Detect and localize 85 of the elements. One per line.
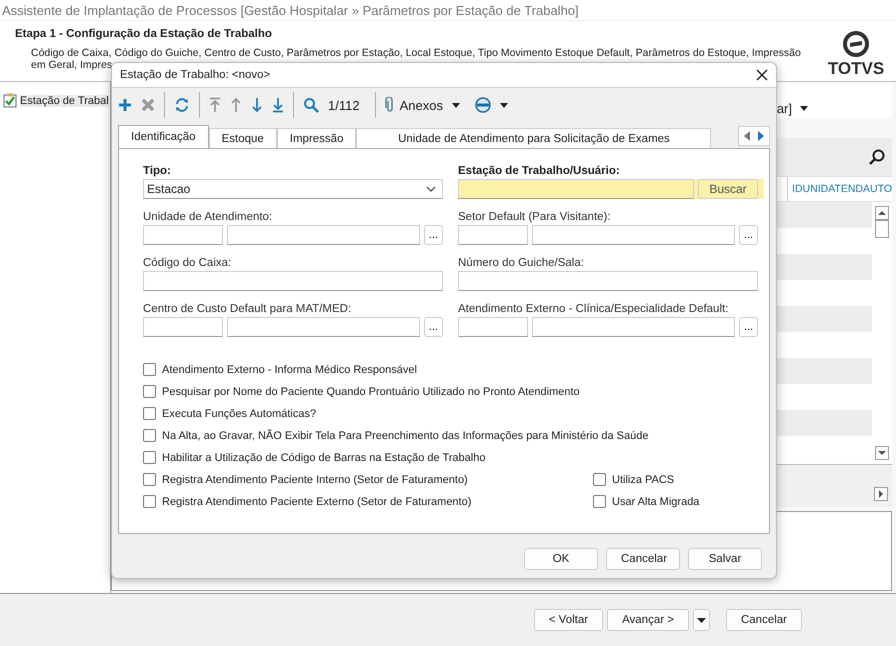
dialog-button[interactable]: Salvar xyxy=(688,548,762,570)
step-description: em Geral, Impres xyxy=(31,59,112,71)
code-field[interactable] xyxy=(143,317,223,337)
checkbox[interactable] xyxy=(143,451,156,464)
description-field[interactable] xyxy=(532,225,735,245)
checkbox[interactable] xyxy=(593,473,606,486)
checkbox[interactable] xyxy=(143,473,156,486)
type-dropdown[interactable]: Estacao xyxy=(143,179,443,199)
field-label: Centro de Custo Default para MAT/MED: xyxy=(143,303,352,315)
checkbox-label: Registra Atendimento Paciente Interno (Setor de Faturamento) xyxy=(162,474,468,486)
browse-button[interactable]: ... xyxy=(424,225,443,245)
tab[interactable]: Estoque xyxy=(208,128,277,148)
next-button[interactable]: Avançar > xyxy=(607,609,689,631)
last-record-icon[interactable] xyxy=(272,97,284,113)
window-title: Assistente de Implantação de Processos [Gestão Hospitalar » Parâmetros por Estação de Trabalho] xyxy=(2,2,579,18)
input-field[interactable] xyxy=(458,179,694,199)
field-label: Setor Default (Para Visitante): xyxy=(458,211,612,223)
chevron-icon xyxy=(426,186,436,192)
checkbox[interactable] xyxy=(143,495,156,508)
tab-right-icon[interactable] xyxy=(757,131,765,141)
checkbox[interactable] xyxy=(143,385,156,398)
paperclip-icon[interactable] xyxy=(384,97,395,113)
code-field[interactable] xyxy=(458,317,528,337)
input-field[interactable] xyxy=(143,271,443,291)
refresh-icon[interactable] xyxy=(174,97,190,113)
column-header[interactable]: IDUNIDATENDAUTO xyxy=(787,177,896,201)
scroll-up-icon[interactable] xyxy=(875,206,889,220)
checkbox-label: Habilitar a Utilização de Código de Barras na Estação de Trabalho xyxy=(162,452,486,464)
logo-text: TOTVS xyxy=(828,59,884,79)
filter-dropdown[interactable]: ar] xyxy=(776,100,792,116)
card-reader-icon[interactable] xyxy=(474,97,491,113)
dropdown-button[interactable] xyxy=(692,609,710,631)
checkbox[interactable] xyxy=(593,495,606,508)
caret-icon xyxy=(696,618,706,622)
attachments-menu[interactable]: Anexos xyxy=(400,98,443,112)
scroll-down-icon[interactable] xyxy=(875,446,889,460)
description-field[interactable] xyxy=(227,317,420,337)
dialog-button[interactable]: OK xyxy=(524,548,598,570)
field-label: Tipo: xyxy=(143,165,172,177)
browse-button[interactable]: ... xyxy=(424,317,443,337)
caret-icon[interactable] xyxy=(500,102,508,108)
step-title: Etapa 1 - Configuração da Estação de Trabalho xyxy=(15,28,272,40)
down-arrow-icon[interactable] xyxy=(251,97,263,113)
browse-button[interactable]: ... xyxy=(739,225,758,245)
field-label: Estação de Trabalho/Usuário: xyxy=(458,165,621,177)
checkbox-label: Na Alta, ao Gravar, NÃO Exibir Tela Para Preenchimento das Informações para Ministério da Saúde xyxy=(162,430,648,442)
tab-left-icon[interactable] xyxy=(743,131,751,141)
tab[interactable]: Identificação xyxy=(118,125,209,148)
logo-icon xyxy=(843,31,869,57)
record-counter: 1/112 xyxy=(328,98,360,112)
caret-icon[interactable] xyxy=(452,102,460,108)
checkbox[interactable] xyxy=(143,407,156,420)
checkbox-label: Utiliza PACS xyxy=(612,474,674,486)
cancel-button[interactable]: Cancelar xyxy=(726,609,802,631)
checkbox-label: Executa Funções Automáticas? xyxy=(162,408,316,420)
description-field[interactable] xyxy=(227,225,420,245)
add-icon[interactable] xyxy=(118,98,132,112)
step-description: Código de Caixa, Código do Guiche, Centro de Custo, Parâmetros por Estação, Local Estoque, Tipo Movimento Estoque Default, Parâmetros do Estoque, Impressão xyxy=(31,47,801,59)
dialog-title: Estação de Trabalho: <novo> xyxy=(120,69,270,81)
checkbox-label: Usar Alta Migrada xyxy=(612,496,700,508)
field-label: Número do Guiche/Sala: xyxy=(458,257,585,269)
code-field[interactable] xyxy=(143,225,223,245)
browse-button[interactable]: ... xyxy=(739,317,758,337)
checkbox[interactable] xyxy=(143,429,156,442)
checklist-icon xyxy=(3,93,17,108)
field-label: Atendimento Externo - Clínica/Especialidade Default: xyxy=(458,303,730,315)
input-field[interactable] xyxy=(458,271,758,291)
dialog-button[interactable]: Cancelar xyxy=(606,548,680,570)
back-button[interactable]: < Voltar xyxy=(534,609,604,631)
checkbox-label: Atendimento Externo - Informa Médico Responsável xyxy=(162,364,417,376)
scrollbar-thumb[interactable] xyxy=(875,220,889,238)
code-field[interactable] xyxy=(458,225,528,245)
search-button[interactable]: Buscar xyxy=(698,179,758,199)
caret-icon xyxy=(800,106,808,110)
description-field[interactable] xyxy=(532,317,735,337)
scroll-right-icon[interactable] xyxy=(874,487,888,501)
tab[interactable]: Impressão xyxy=(276,128,356,148)
checkbox-label: Pesquisar por Nome do Paciente Quando Prontuário Utilizado no Pronto Atendimento xyxy=(162,386,580,398)
checkbox-label: Registra Atendimento Paciente Externo (Setor de Faturamento) xyxy=(162,496,472,508)
checkbox[interactable] xyxy=(143,363,156,376)
tab[interactable]: Unidade de Atendimento para Solicitação de Exames xyxy=(356,128,712,148)
search-icon[interactable] xyxy=(868,148,886,166)
field-label: Código do Caixa: xyxy=(143,257,232,269)
field-label: Unidade de Atendimento: xyxy=(143,211,274,223)
close-icon[interactable] xyxy=(756,69,768,81)
